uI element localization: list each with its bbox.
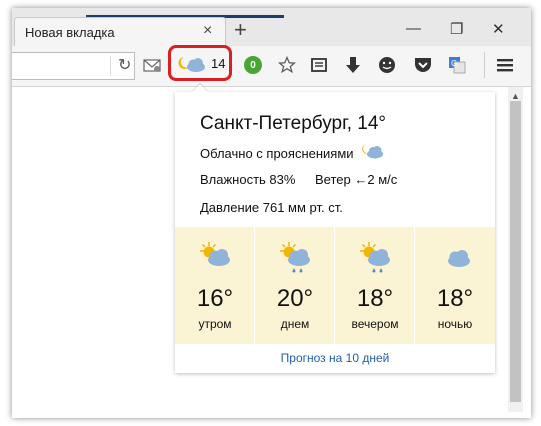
pocket-icon[interactable] — [412, 54, 434, 76]
weather-button[interactable]: 14 — [168, 45, 232, 81]
weather-wind: Ветер ←2 м/с — [315, 172, 398, 187]
sun-cloud-rain-icon — [277, 241, 313, 280]
ten-day-forecast-link[interactable]: Прогноз на 10 дней — [175, 351, 495, 365]
star-icon[interactable] — [276, 54, 298, 76]
weather-humidity: Влажность 83% — [200, 172, 296, 187]
popup-arrow — [192, 84, 208, 92]
scrollbar[interactable]: ▲ — [508, 87, 523, 412]
moon-cloud-icon — [360, 142, 384, 165]
forecast-night: 18° ночью — [415, 227, 495, 344]
forecast-temp: 20° — [276, 285, 314, 312]
forecast-label: утром — [198, 317, 232, 331]
smiley-icon[interactable] — [376, 54, 398, 76]
address-separator — [110, 56, 111, 76]
weather-pressure: Давление 761 мм рт. ст. — [200, 200, 343, 215]
weather-temperature: 14 — [211, 56, 226, 71]
tab-close-icon[interactable]: × — [203, 22, 212, 40]
minimize-button[interactable]: — — [406, 20, 421, 37]
weather-city: Санкт-Петербург, 14° — [200, 113, 386, 134]
forecast-label: днем — [280, 317, 310, 331]
scroll-thumb[interactable] — [510, 101, 521, 402]
reload-icon[interactable]: ↻ — [118, 55, 131, 75]
forecast-label: ночью — [437, 317, 473, 331]
forecast-label: вечером — [351, 317, 399, 331]
toolbar-separator — [484, 52, 485, 78]
forecast-evening: 18° вечером — [335, 227, 415, 344]
forecast-morning: 16° утром — [175, 227, 255, 344]
forecast-temp: 18° — [356, 285, 394, 312]
sun-cloud-icon — [197, 241, 233, 276]
new-tab-button[interactable]: + — [234, 18, 247, 42]
mail-icon[interactable] — [141, 54, 163, 76]
scroll-up-icon[interactable]: ▲ — [508, 91, 523, 101]
weather-condition: Облачно с прояснениями — [200, 146, 354, 161]
forecast-temp: 16° — [196, 285, 234, 312]
forecast-day: 20° днем — [255, 227, 335, 344]
translate-icon[interactable]: G — [446, 54, 468, 76]
download-icon[interactable] — [342, 54, 364, 76]
forecast-strip: 16° утром 20° днем 18° вечером 18° ночью — [175, 227, 495, 344]
forecast-temp: 18° — [436, 285, 474, 312]
weather-icon — [177, 54, 207, 79]
reader-icon[interactable] — [308, 54, 330, 76]
menu-icon[interactable] — [494, 54, 516, 76]
tab-title: Новая вкладка — [25, 25, 115, 40]
tab-new-tab[interactable]: Новая вкладка × — [14, 17, 226, 48]
svg-text:G: G — [451, 59, 457, 68]
close-window-button[interactable]: ✕ — [492, 20, 505, 38]
moon-cloud-icon — [437, 241, 473, 276]
sun-cloud-rain-icon — [357, 241, 393, 280]
green-badge-icon[interactable]: 0 — [244, 56, 262, 74]
restore-button[interactable]: ❐ — [450, 20, 463, 38]
address-bar[interactable]: ↻ — [12, 52, 135, 80]
